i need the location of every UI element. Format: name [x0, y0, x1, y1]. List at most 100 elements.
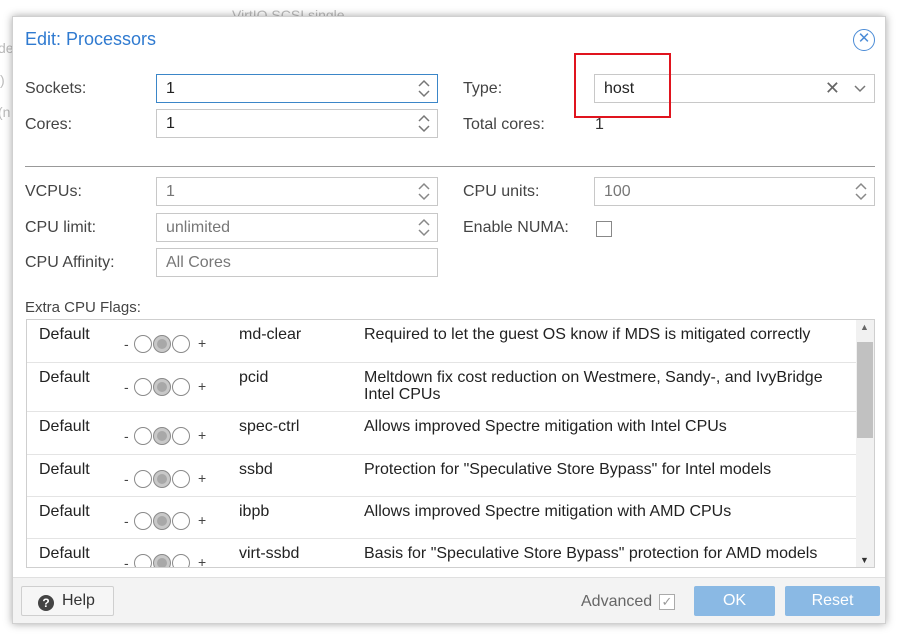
toggle-on-radio[interactable]	[172, 470, 190, 488]
type-highlight-box	[574, 53, 671, 118]
spinner-arrows-icon[interactable]	[418, 217, 430, 238]
cores-value: 1	[166, 115, 175, 132]
flag-description: Allows improved Spectre mitigation with …	[364, 418, 727, 435]
toggle-off-radio[interactable]	[134, 470, 152, 488]
toggle-off-radio[interactable]	[134, 378, 152, 396]
cpu-units-value: 100	[604, 183, 631, 200]
vcpus-spinner[interactable]: 1	[156, 177, 438, 206]
minus-icon: -	[124, 379, 129, 395]
flag-description: Allows improved Spectre mitigation with …	[364, 503, 732, 520]
flag-state: Default	[39, 461, 90, 478]
enable-numa-checkbox[interactable]	[596, 221, 612, 237]
toggle-on-radio[interactable]	[172, 554, 190, 567]
minus-icon: -	[124, 513, 129, 529]
cpu-limit-label: CPU limit:	[25, 219, 97, 236]
tristate-toggle[interactable]: - +	[124, 424, 214, 446]
toggle-default-radio[interactable]	[153, 470, 171, 488]
spinner-arrows-icon[interactable]	[418, 113, 430, 134]
tristate-toggle[interactable]: - +	[124, 375, 214, 397]
plus-icon: +	[198, 470, 207, 486]
tristate-toggle[interactable]: - +	[124, 332, 214, 354]
sockets-spinner[interactable]: 1	[156, 74, 438, 103]
flag-state: Default	[39, 545, 90, 562]
total-cores-value: 1	[595, 116, 604, 133]
flag-state: Default	[39, 418, 90, 435]
toggle-on-radio[interactable]	[172, 335, 190, 353]
tristate-toggle[interactable]: - +	[124, 509, 214, 531]
vcpus-value: 1	[166, 183, 175, 200]
toggle-on-radio[interactable]	[172, 512, 190, 530]
scrollbar-thumb[interactable]	[857, 342, 873, 438]
toggle-on-radio[interactable]	[172, 378, 190, 396]
toggle-default-radio[interactable]	[153, 378, 171, 396]
cpu-units-spinner[interactable]: 100	[594, 177, 875, 206]
dialog-footer: ? Help Advanced ✓ OK Reset	[13, 577, 885, 623]
spinner-arrows-icon[interactable]	[418, 181, 430, 202]
cpu-limit-spinner[interactable]: unlimited	[156, 213, 438, 242]
toggle-on-radio[interactable]	[172, 427, 190, 445]
cpu-flag-row: Default - + ssbd Protection for "Specula…	[27, 455, 856, 497]
cpu-flag-row: Default - + ibpb Allows improved Spectre…	[27, 497, 856, 539]
cpu-affinity-placeholder: All Cores	[166, 254, 231, 271]
cpu-flags-grid[interactable]: Default - + md-clear Required to let the…	[26, 319, 875, 568]
plus-icon: +	[198, 512, 207, 528]
toggle-off-radio[interactable]	[134, 554, 152, 567]
flag-name: virt-ssbd	[239, 545, 300, 562]
plus-icon: +	[198, 335, 207, 351]
minus-icon: -	[124, 336, 129, 352]
spinner-arrows-icon[interactable]	[855, 181, 867, 202]
plus-icon: +	[198, 427, 207, 443]
ok-button[interactable]: OK	[694, 586, 775, 616]
dialog-title: Edit: Processors	[25, 29, 157, 49]
advanced-checkbox[interactable]: ✓	[659, 594, 675, 610]
edit-processors-dialog: Edit: Processors ✕ Sockets: 1 Cores: 1 T…	[12, 16, 886, 624]
help-icon: ?	[38, 595, 54, 611]
section-divider	[25, 166, 875, 167]
cpu-flag-row: Default - + pcid Meltdown fix cost reduc…	[27, 363, 856, 412]
plus-icon: +	[198, 554, 207, 568]
flag-name: ssbd	[239, 461, 273, 478]
toggle-default-radio[interactable]	[153, 512, 171, 530]
flag-state: Default	[39, 369, 90, 386]
flag-description: Meltdown fix cost reduction on Westmere,…	[364, 369, 823, 403]
cores-label: Cores:	[25, 116, 73, 133]
tristate-toggle[interactable]: - +	[124, 467, 214, 489]
flag-name: ibpb	[239, 503, 270, 520]
scroll-down-icon[interactable]: ▼	[860, 555, 869, 565]
tristate-toggle[interactable]: - +	[124, 551, 214, 568]
spinner-arrows-icon[interactable]	[418, 78, 430, 99]
reset-button[interactable]: Reset	[785, 586, 880, 616]
help-button[interactable]: ? Help	[21, 586, 114, 616]
background-text: )	[0, 72, 5, 88]
cpu-flag-row: Default - + virt-ssbd Basis for "Specula…	[27, 539, 856, 568]
cores-spinner[interactable]: 1	[156, 109, 438, 138]
scroll-up-icon[interactable]: ▲	[860, 322, 869, 332]
flag-state: Default	[39, 326, 90, 343]
toggle-off-radio[interactable]	[134, 335, 152, 353]
toggle-off-radio[interactable]	[134, 427, 152, 445]
cpu-affinity-label: CPU Affinity:	[25, 254, 115, 271]
flag-description: Basis for "Speculative Store Bypass" pro…	[364, 545, 818, 562]
toggle-default-radio[interactable]	[153, 335, 171, 353]
type-label: Type:	[463, 80, 503, 97]
chevron-down-icon[interactable]	[854, 75, 866, 111]
toggle-off-radio[interactable]	[134, 512, 152, 530]
flag-description: Required to let the guest OS know if MDS…	[364, 326, 811, 343]
total-cores-label: Total cores:	[463, 116, 545, 133]
vcpus-label: VCPUs:	[25, 183, 82, 200]
enable-numa-label: Enable NUMA:	[463, 219, 569, 236]
cpu-flag-row: Default - + spec-ctrl Allows improved Sp…	[27, 412, 856, 455]
toggle-default-radio[interactable]	[153, 427, 171, 445]
grid-scrollbar[interactable]: ▲ ▼	[856, 320, 874, 567]
flag-name: spec-ctrl	[239, 418, 300, 435]
close-icon[interactable]: ✕	[853, 29, 875, 51]
advanced-label: Advanced	[581, 593, 653, 610]
sockets-label: Sockets:	[25, 80, 87, 97]
background-text: (n	[0, 104, 11, 120]
clear-icon[interactable]: ✕	[825, 75, 840, 102]
cpu-affinity-input[interactable]: All Cores	[156, 248, 438, 277]
sockets-value: 1	[166, 80, 175, 97]
cpu-flag-row: Default - + md-clear Required to let the…	[27, 320, 856, 363]
toggle-default-radio[interactable]	[153, 554, 171, 567]
flag-name: pcid	[239, 369, 269, 386]
